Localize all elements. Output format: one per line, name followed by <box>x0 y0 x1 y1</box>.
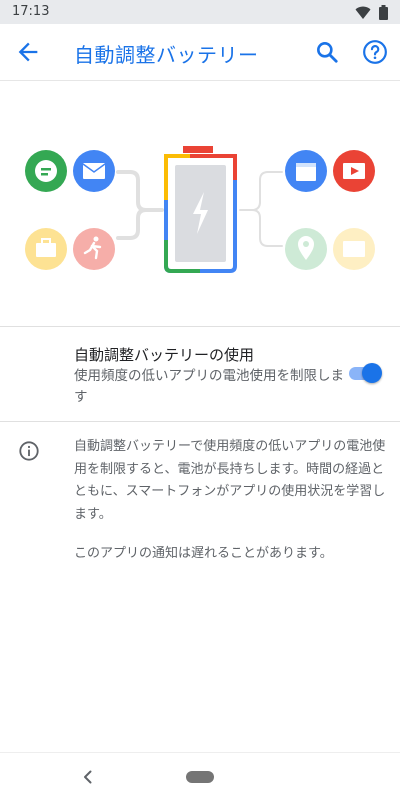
nav-back-icon[interactable] <box>80 769 96 785</box>
toggle-summary: 使用頻度の低いアプリの電池使用を制限します <box>74 368 344 405</box>
calendar-app-icon <box>285 150 327 192</box>
page-title: 自動調整バッテリー <box>74 43 259 67</box>
info-text: 自動調整バッテリーで使用頻度の低いアプリの電池使用を制限すると、電池が長持ちしま… <box>74 436 386 566</box>
search-icon[interactable] <box>314 39 340 65</box>
switch-thumb <box>362 363 382 383</box>
adaptive-battery-switch[interactable] <box>347 363 383 383</box>
divider <box>0 421 400 422</box>
nav-home-pill[interactable] <box>186 771 214 783</box>
toggle-title: 自動調整バッテリーの使用 <box>74 346 255 364</box>
connector-lines-right <box>239 171 283 247</box>
help-icon[interactable] <box>362 39 388 65</box>
connector-lines-left <box>116 170 164 240</box>
battery-graphic <box>164 146 237 273</box>
info-icon <box>19 441 39 461</box>
system-nav-bar <box>0 752 400 801</box>
status-icons <box>355 5 388 20</box>
status-bar: 17:13 <box>0 0 400 24</box>
briefcase-app-icon <box>25 228 67 270</box>
fitness-app-icon <box>73 228 115 270</box>
info-paragraph: このアプリの通知は遅れることがあります。 <box>74 546 333 561</box>
email-app-icon <box>73 150 115 192</box>
app-bar: 自動調整バッテリー <box>0 24 400 81</box>
wifi-icon <box>355 6 371 19</box>
video-app-icon <box>333 150 375 192</box>
photos-app-icon <box>333 228 375 270</box>
info-paragraph: 自動調整バッテリーで使用頻度の低いアプリの電池使用を制限すると、電池が長持ちしま… <box>74 439 386 522</box>
maps-app-icon <box>285 228 327 270</box>
status-time: 17:13 <box>12 4 50 19</box>
adaptive-battery-illustration <box>25 146 375 273</box>
battery-icon <box>379 5 388 20</box>
adaptive-battery-toggle-row[interactable]: 自動調整バッテリーの使用 使用頻度の低いアプリの電池使用を制限します <box>0 327 400 421</box>
messages-app-icon <box>25 150 67 192</box>
arrow-back-icon[interactable] <box>14 38 42 66</box>
